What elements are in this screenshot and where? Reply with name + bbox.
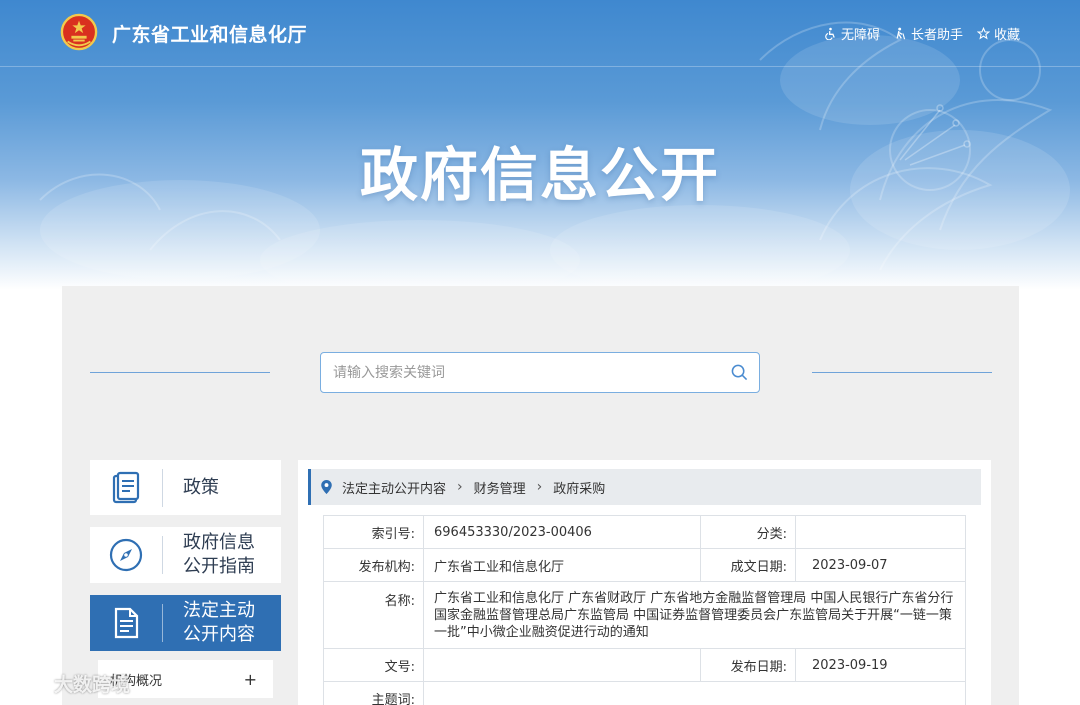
header-toolbar: 无障碍 长者助手 收藏 (824, 24, 1020, 43)
sidebar-item-label-line2: 公开指南 (183, 556, 255, 577)
sidebar-item-disclosure-guide[interactable]: 政府信息 公开指南 (90, 527, 281, 583)
watermark-text: 大数跨境 (54, 674, 131, 696)
docno-value (423, 648, 701, 682)
breadcrumb: 法定主动公开内容 › 财务管理 › 政府采购 (308, 469, 981, 505)
table-row: 文号: 发布日期: 2023-09-19 (323, 648, 966, 682)
content-panel: 政策 政府信息 公开指南 法定主动 (62, 286, 1019, 705)
sidebar-item-label-line1: 政府信息 (183, 532, 255, 553)
favorite-label: 收藏 (993, 28, 1020, 43)
table-row: 发布机构: 广东省工业和信息化厅 成文日期: 2023-09-07 (323, 548, 966, 582)
accessibility-button[interactable]: 无障碍 (824, 24, 880, 43)
table-row: 索引号: 696453330/2023-00406 分类: (323, 515, 966, 549)
search-input[interactable] (321, 353, 719, 392)
star-icon (976, 27, 990, 40)
breadcrumb-item[interactable]: 政府采购 (553, 478, 605, 497)
search-right-divider (812, 372, 992, 373)
chevron-right-icon: › (536, 479, 543, 495)
expand-plus-icon[interactable]: + (244, 670, 257, 689)
sidebar-item-label-line1: 法定主动 (183, 600, 255, 621)
header-banner: 广东省工业和信息化厅 无障碍 长者助手 收藏 政府信息公开 (0, 0, 1080, 290)
index-label: 索引号: (323, 515, 424, 549)
published-date-value: 2023-09-19 (795, 648, 966, 682)
created-date-value: 2023-09-07 (795, 548, 966, 582)
search-box (320, 352, 760, 393)
title-label: 名称: (323, 581, 424, 649)
table-row: 主题词: (323, 681, 966, 705)
page-hero-title: 政府信息公开 (359, 141, 720, 209)
sidebar-item-label: 政策 (183, 476, 219, 498)
document-book-icon (112, 471, 140, 503)
title-value: 广东省工业和信息化厅 广东省财政厅 广东省地方金融监督管理局 中国人民银行广东省… (423, 581, 966, 649)
breadcrumb-item[interactable]: 法定主动公开内容 (342, 478, 446, 497)
watermark: 大数跨境 (10, 670, 130, 697)
sidebar-item-statutory-disclosure[interactable]: 法定主动 公开内容 (90, 595, 281, 651)
breadcrumb-item[interactable]: 财务管理 (474, 478, 526, 497)
accessibility-label: 无障碍 (840, 28, 880, 43)
watermark-logo-icon (11, 674, 43, 693)
main-content: 法定主动公开内容 › 财务管理 › 政府采购 索引号: 696453330/20… (298, 460, 991, 705)
elder-helper-button[interactable]: 长者助手 (894, 24, 963, 43)
table-row: 名称: 广东省工业和信息化厅 广东省财政厅 广东省地方金融监督管理局 中国人民银… (323, 581, 966, 649)
subject-label: 主题词: (323, 681, 424, 705)
document-list-icon (114, 607, 139, 639)
sidebar-item-label-line2: 公开内容 (183, 624, 255, 645)
sidebar-item-policy[interactable]: 政策 (90, 460, 281, 515)
search-icon (731, 364, 747, 381)
site-title[interactable]: 广东省工业和信息化厅 (112, 20, 307, 47)
category-value (795, 515, 966, 549)
elder-helper-label: 长者助手 (910, 28, 963, 43)
category-label: 分类: (700, 515, 796, 549)
search-left-divider (90, 372, 270, 373)
publisher-label: 发布机构: (323, 548, 424, 582)
favorite-button[interactable]: 收藏 (976, 24, 1020, 43)
chevron-right-icon: › (457, 479, 463, 495)
compass-icon (109, 538, 143, 572)
published-date-label: 发布日期: (700, 648, 796, 682)
search-button[interactable] (719, 353, 759, 392)
header-divider (0, 66, 1080, 67)
accessibility-icon (825, 27, 835, 40)
document-info-table: 索引号: 696453330/2023-00406 分类: 发布机构: 广东省工… (323, 515, 966, 705)
elder-helper-icon (896, 27, 906, 40)
subject-value (423, 681, 966, 705)
created-date-label: 成文日期: (700, 548, 796, 582)
docno-label: 文号: (323, 648, 424, 682)
national-emblem-icon[interactable] (60, 13, 98, 51)
publisher-value: 广东省工业和信息化厅 (423, 548, 701, 582)
location-pin-icon (321, 480, 332, 494)
index-value: 696453330/2023-00406 (423, 515, 701, 549)
